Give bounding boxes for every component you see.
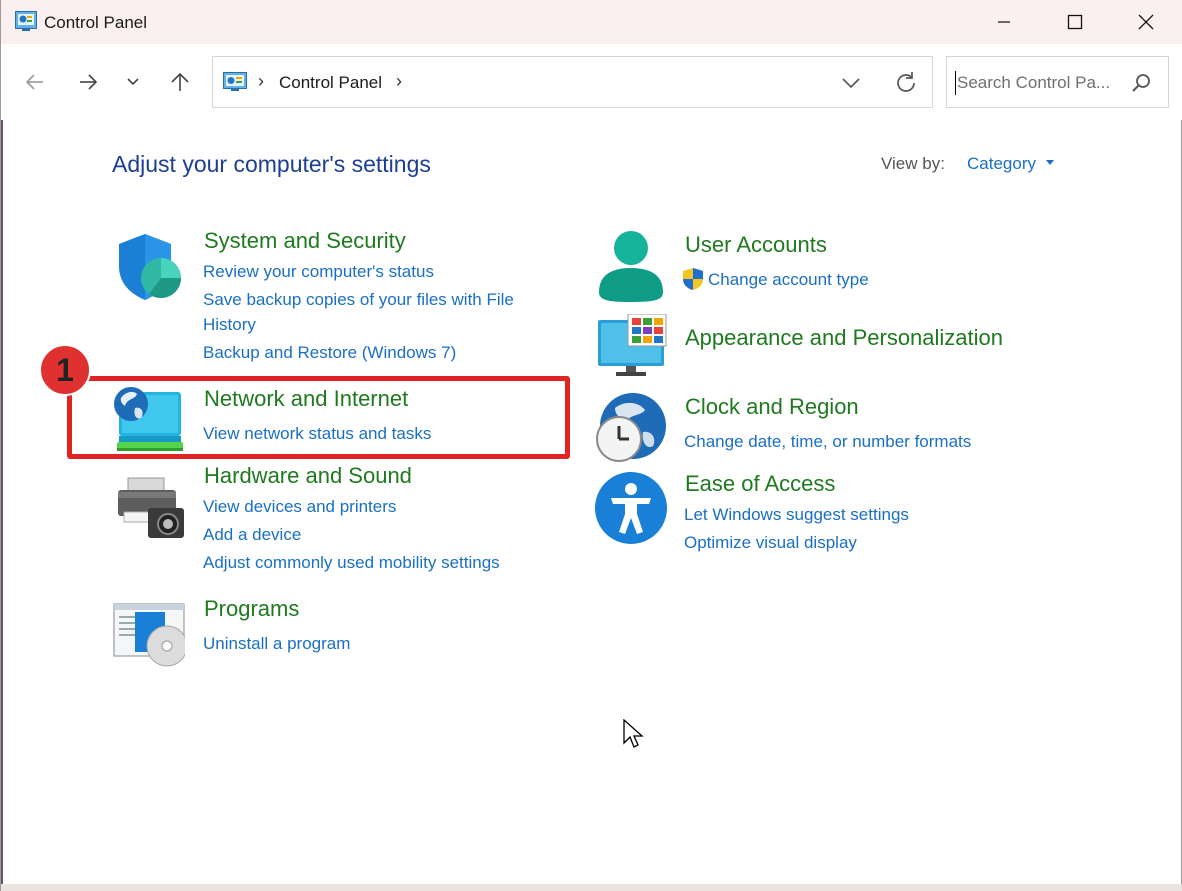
address-bar[interactable]: › Control Panel › <box>212 56 933 108</box>
maximize-button[interactable] <box>1040 0 1110 44</box>
programs-title[interactable]: Programs <box>204 596 299 622</box>
clock-globe-icon[interactable] <box>595 392 667 464</box>
navigation-bar: › Control Panel › <box>1 44 1182 120</box>
recent-locations-button[interactable] <box>117 66 149 98</box>
control-panel-location-icon <box>223 72 247 91</box>
devices-printers-link[interactable]: View devices and printers <box>203 497 396 517</box>
page-heading: Adjust your computer's settings <box>112 151 431 177</box>
dropdown-arrow-icon[interactable] <box>1045 160 1055 166</box>
change-formats-link[interactable]: Change date, time, or number formats <box>684 432 971 452</box>
breadcrumb-separator[interactable]: › <box>396 71 402 92</box>
backup-restore-link[interactable]: Backup and Restore (Windows 7) <box>203 343 456 363</box>
system-security-shield-icon[interactable] <box>113 232 185 304</box>
change-account-type-link[interactable]: Change account type <box>708 270 869 290</box>
maximize-icon <box>1067 14 1083 30</box>
file-history-link-continued[interactable]: History <box>203 315 256 335</box>
arrow-up-icon <box>171 72 189 91</box>
refresh-icon[interactable] <box>893 70 919 96</box>
search-icon[interactable] <box>1130 72 1152 94</box>
control-panel-window: Control Panel › Control Panel › Search C… <box>0 0 1182 891</box>
mobility-settings-link[interactable]: Adjust commonly used mobility settings <box>203 553 500 573</box>
up-button[interactable] <box>164 66 196 98</box>
view-by-label: View by: <box>881 154 945 173</box>
mouse-cursor-icon <box>623 719 644 748</box>
file-history-link[interactable]: Save backup copies of your files with Fi… <box>203 290 514 310</box>
back-button[interactable] <box>19 66 51 98</box>
review-status-link[interactable]: Review your computer's status <box>203 262 434 282</box>
appearance-monitor-icon[interactable] <box>596 314 668 386</box>
appearance-title[interactable]: Appearance and Personalization <box>685 325 1003 351</box>
arrow-left-icon <box>25 74 43 90</box>
windows-suggest-settings-link[interactable]: Let Windows suggest settings <box>684 505 909 525</box>
search-box[interactable] <box>946 56 1169 108</box>
ease-of-access-icon[interactable] <box>595 472 667 544</box>
programs-disc-icon[interactable] <box>113 602 185 674</box>
arrow-right-icon <box>80 74 98 90</box>
chevron-down-icon <box>127 78 139 86</box>
breadcrumb-separator[interactable]: › <box>258 71 264 92</box>
add-device-link[interactable]: Add a device <box>203 525 301 545</box>
system-security-title[interactable]: System and Security <box>204 228 406 254</box>
clock-region-title[interactable]: Clock and Region <box>685 394 859 420</box>
minimize-icon <box>998 21 1010 23</box>
step-number-badge: 1 <box>39 344 91 396</box>
breadcrumb-control-panel[interactable]: Control Panel <box>279 73 382 93</box>
annotation-highlight-box <box>67 376 570 459</box>
printer-camera-icon[interactable] <box>114 472 186 544</box>
control-panel-app-icon <box>15 11 37 31</box>
title-bar[interactable]: Control Panel <box>1 0 1182 44</box>
text-caret <box>955 71 956 95</box>
hardware-sound-title[interactable]: Hardware and Sound <box>204 463 412 489</box>
ease-of-access-title[interactable]: Ease of Access <box>685 471 835 497</box>
user-accounts-icon[interactable] <box>595 230 667 302</box>
optimize-display-link[interactable]: Optimize visual display <box>684 533 857 553</box>
view-by-dropdown[interactable]: Category <box>967 154 1036 174</box>
desktop-edge <box>1 0 3 891</box>
uninstall-program-link[interactable]: Uninstall a program <box>203 634 350 654</box>
close-button[interactable] <box>1111 0 1181 44</box>
address-history-chevron-icon[interactable] <box>839 71 863 95</box>
forward-button[interactable] <box>72 66 104 98</box>
window-bottom-edge <box>1 884 1182 891</box>
close-icon <box>1138 14 1154 30</box>
uac-shield-icon <box>683 268 703 290</box>
search-input[interactable] <box>957 72 1127 94</box>
user-accounts-title[interactable]: User Accounts <box>685 232 827 258</box>
minimize-button[interactable] <box>969 0 1039 44</box>
window-title: Control Panel <box>44 13 148 32</box>
